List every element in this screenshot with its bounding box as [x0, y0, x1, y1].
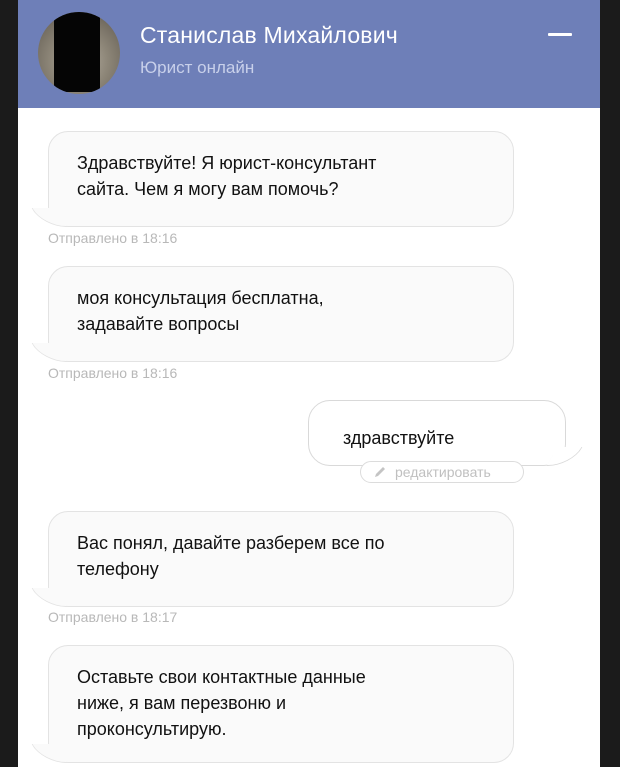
- message-text-line: проконсультирую.: [77, 719, 227, 739]
- chat-header: Станислав Михайлович Юрист онлайн: [18, 0, 600, 108]
- message-sent-time: Отправлено в 18:17: [48, 609, 178, 625]
- screen-frame: Станислав Михайлович Юрист онлайн Здравс…: [0, 0, 620, 767]
- message-bubble-user: здравствуйте: [308, 400, 566, 466]
- chat-window: Станислав Михайлович Юрист онлайн Здравс…: [18, 0, 600, 767]
- message-bubble-operator: моя консультация бесплатна, задавайте во…: [48, 266, 514, 362]
- message-sent-time: Отправлено в 18:16: [48, 365, 178, 381]
- pencil-icon: [375, 467, 385, 477]
- message-text-line: задавайте вопросы: [77, 314, 240, 334]
- avatar-censor-block: [54, 12, 100, 92]
- edit-message-button[interactable]: редактировать: [360, 461, 524, 483]
- message-text-line: Здравствуйте! Я юрист-консультант: [77, 153, 377, 173]
- message-text-line: Оставьте свои контактные данные: [77, 667, 366, 687]
- message-bubble-operator: Оставьте свои контактные данные ниже, я …: [48, 645, 514, 763]
- minimize-icon[interactable]: [546, 20, 576, 50]
- message-text-line: ниже, я вам перезвоню и: [77, 693, 287, 713]
- edit-message-label: редактировать: [395, 464, 491, 480]
- message-text-line: телефону: [77, 559, 159, 579]
- message-sent-time: Отправлено в 18:16: [48, 230, 178, 246]
- message-text-line: Вас понял, давайте разберем все по: [77, 533, 385, 553]
- message-bubble-operator: Вас понял, давайте разберем все по телеф…: [48, 511, 514, 607]
- operator-name: Станислав Михайлович: [140, 22, 398, 48]
- message-text-line: сайта. Чем я могу вам помочь?: [77, 179, 339, 199]
- operator-avatar: [38, 12, 120, 94]
- message-text-line: моя консультация бесплатна,: [77, 288, 324, 308]
- operator-status: Юрист онлайн: [140, 58, 255, 77]
- message-text-line: здравствуйте: [343, 428, 455, 448]
- message-bubble-operator: Здравствуйте! Я юрист-консультант сайта.…: [48, 131, 514, 227]
